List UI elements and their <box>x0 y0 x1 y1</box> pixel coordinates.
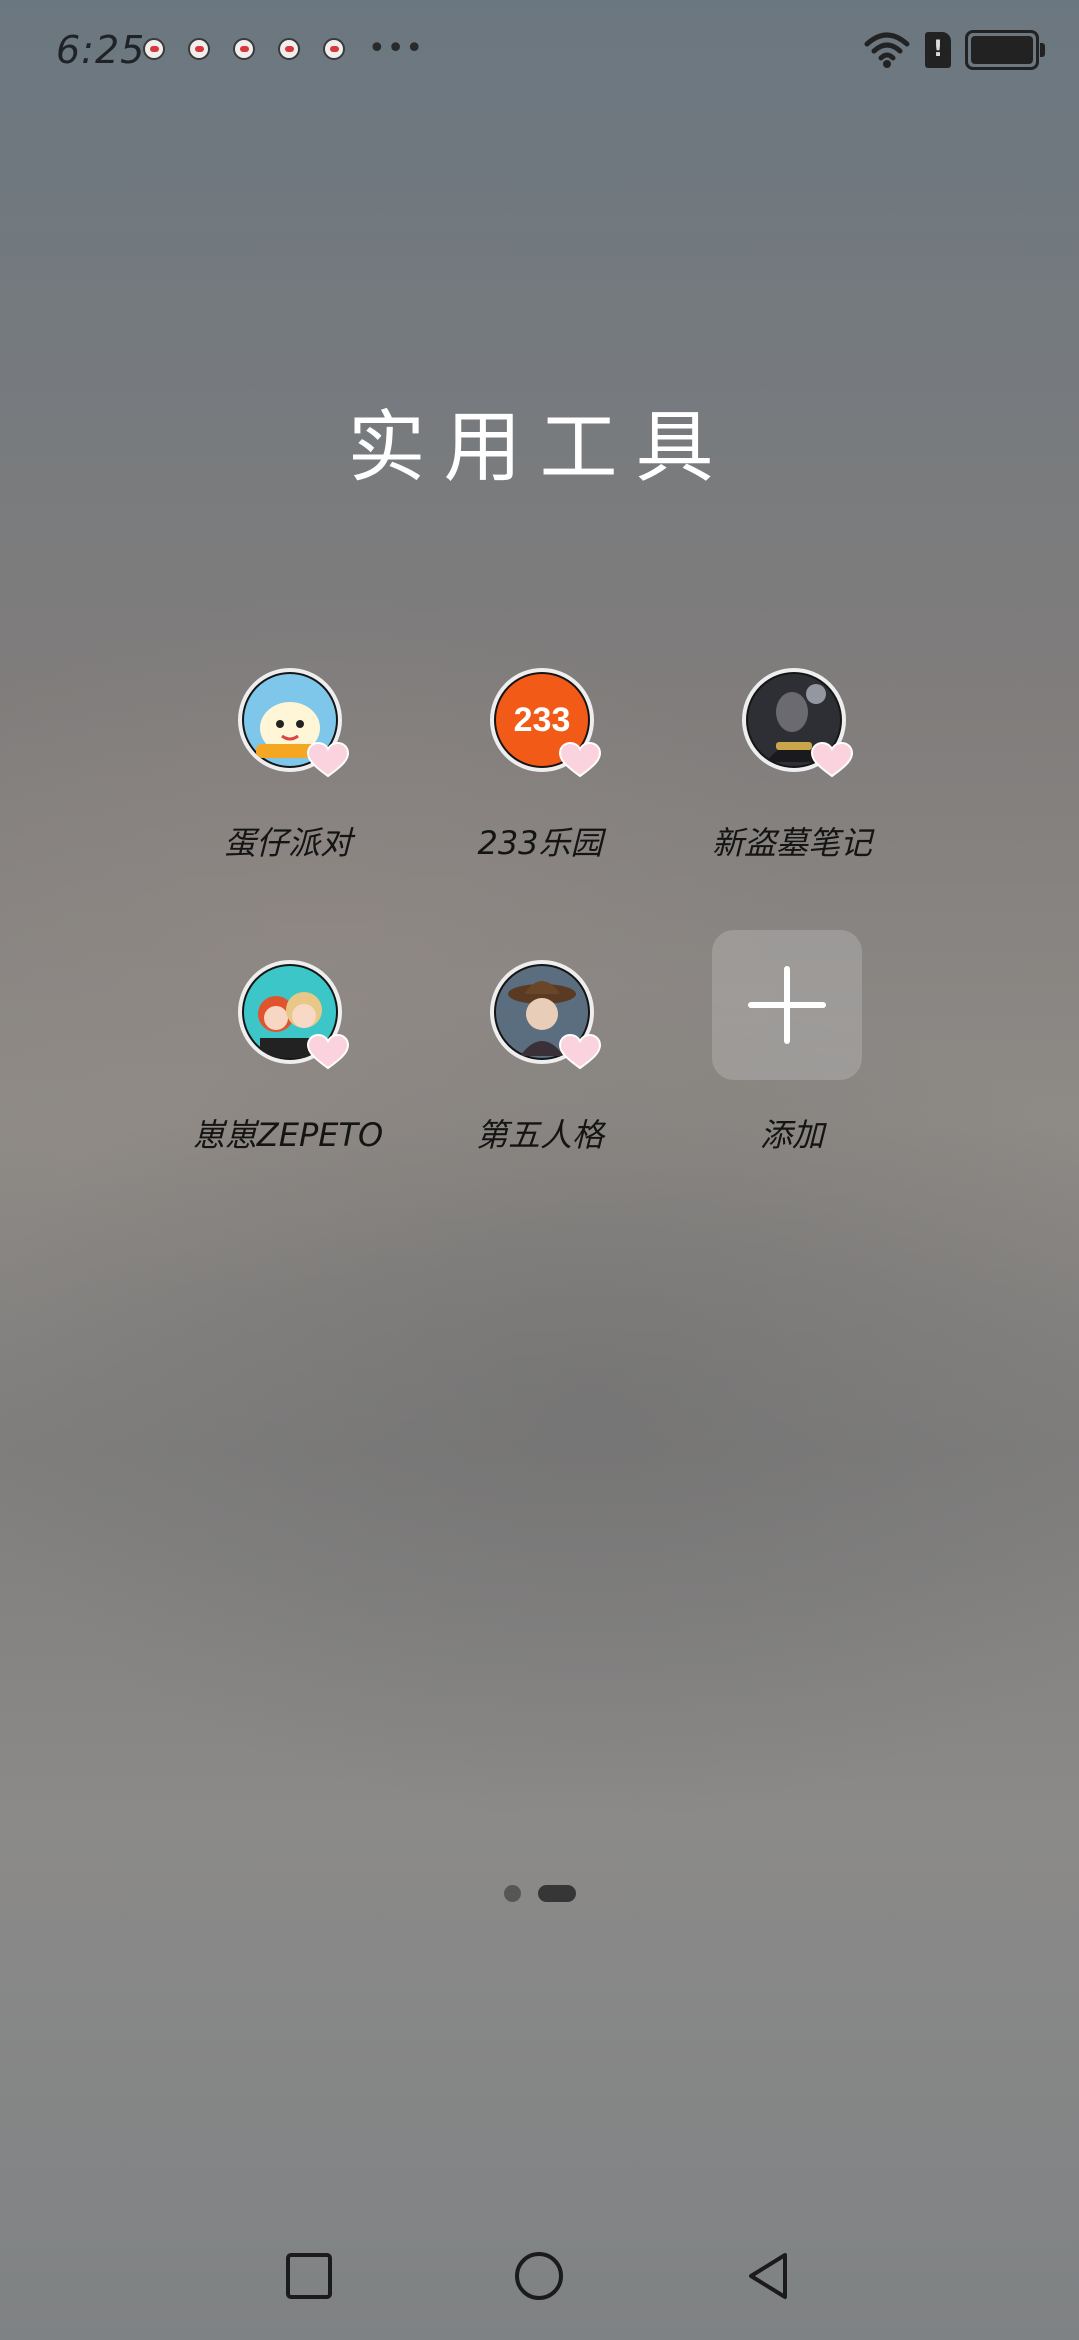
app-icon-wrap[interactable] <box>490 960 602 1070</box>
app-label[interactable]: 第五人格 <box>415 1110 665 1156</box>
folder-title[interactable]: 实用工具 <box>0 385 1079 497</box>
app-label[interactable]: 崽崽ZEPETO <box>163 1110 413 1156</box>
app-identity-v[interactable]: 第五人格 <box>415 960 665 1180</box>
app-tomb-notes[interactable]: 新盗墓笔记 <box>667 668 917 888</box>
233-icon-text: 233 <box>514 701 571 739</box>
page-dot-1[interactable] <box>503 1885 521 1902</box>
app-notification-icon <box>323 38 345 60</box>
battery-icon <box>965 30 1045 70</box>
app-233-leyuan[interactable]: 233 233乐园 <box>415 668 665 888</box>
app-notification-icon <box>188 38 210 60</box>
app-notification-icon <box>143 38 165 60</box>
app-icon-wrap[interactable] <box>238 668 350 778</box>
heart-badge-icon <box>558 1034 602 1070</box>
app-zepeto[interactable]: 崽崽ZEPETO <box>163 960 413 1180</box>
app-notification-icon <box>278 38 300 60</box>
page-indicator <box>0 1885 1079 1902</box>
notification-icons: ••• <box>143 31 425 66</box>
app-icon-wrap[interactable] <box>742 668 854 778</box>
battery-cap <box>1040 43 1045 57</box>
add-app[interactable]: 添加 <box>667 930 917 1180</box>
app-eggy-party[interactable]: 蛋仔派对 <box>163 668 413 888</box>
recents-square-icon[interactable] <box>283 2250 335 2302</box>
app-icon-wrap[interactable]: 233 <box>490 668 602 778</box>
add-label[interactable]: 添加 <box>667 1110 917 1156</box>
app-label[interactable]: 新盗墓笔记 <box>667 818 917 864</box>
status-bar: 6:25 ••• ! <box>0 0 1079 100</box>
app-icon-wrap[interactable] <box>238 960 350 1070</box>
navigation-bar <box>0 2230 1079 2320</box>
app-notification-icon <box>233 38 255 60</box>
heart-badge-icon <box>306 1034 350 1070</box>
sim-alert-icon: ! <box>925 32 951 68</box>
status-right-group: ! <box>863 30 1045 70</box>
app-label[interactable]: 233乐园 <box>415 818 665 864</box>
more-notifications-icon: ••• <box>368 31 425 66</box>
heart-badge-icon <box>810 742 854 778</box>
heart-badge-icon <box>306 742 350 778</box>
wifi-icon <box>864 32 910 68</box>
battery-fill <box>971 36 1033 64</box>
heart-badge-icon <box>558 742 602 778</box>
add-button[interactable] <box>712 930 862 1080</box>
back-triangle-icon[interactable] <box>743 2250 795 2302</box>
home-circle-icon[interactable] <box>513 2250 565 2302</box>
status-time: 6:25 <box>56 28 146 72</box>
app-label[interactable]: 蛋仔派对 <box>163 818 413 864</box>
page-dot-2-active[interactable] <box>537 1885 576 1902</box>
